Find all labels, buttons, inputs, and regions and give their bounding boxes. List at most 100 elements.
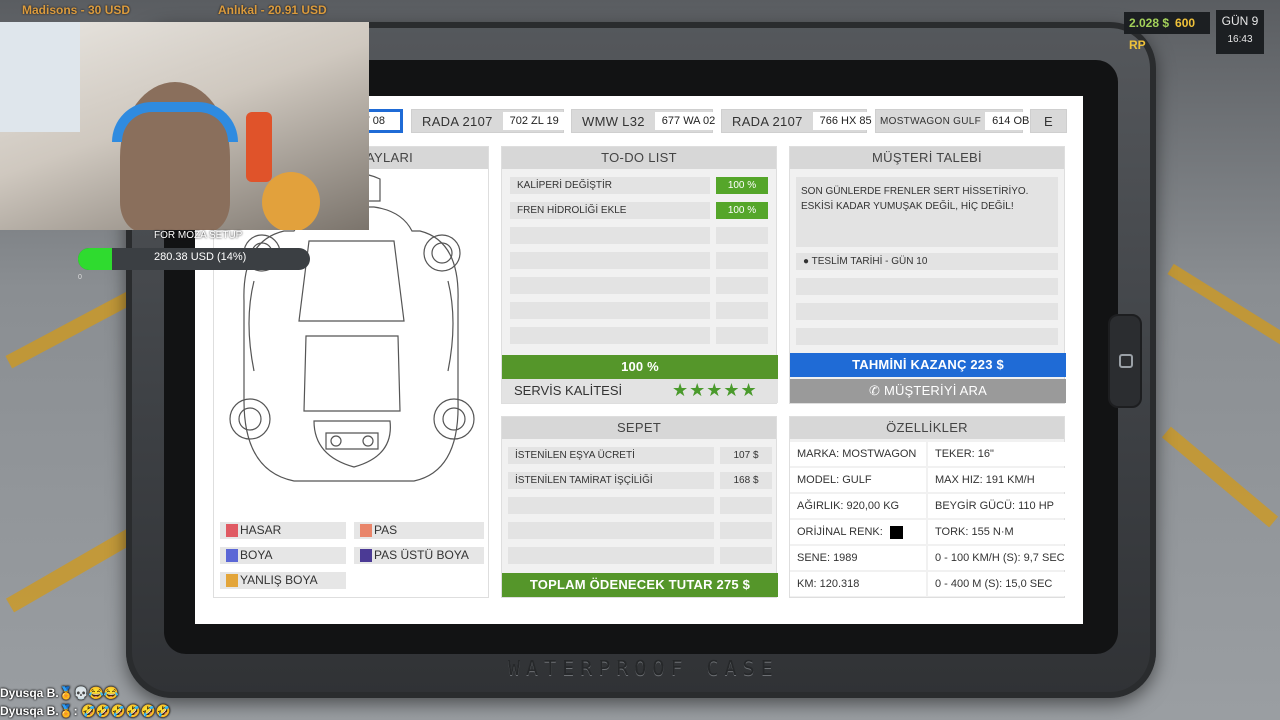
todo-item: KALİPERİ DEĞİŞTİR [510, 177, 710, 194]
legend-swatch [360, 524, 372, 537]
spec-original-color: ORİJİNAL RENK: [790, 520, 926, 544]
webcam-shelf [0, 22, 80, 132]
headset-icon [112, 102, 238, 142]
legend-yanlis-boya: YANLIŞ BOYA [220, 572, 346, 589]
spec-0-400: 0 - 400 M (S): 15,0 SEC [928, 572, 1065, 596]
legend-swatch [360, 549, 372, 562]
service-quality: SERVİS KALİTESİ ★★★★★ [502, 379, 778, 403]
tab-plate: 702 ZL 19 [502, 112, 566, 130]
legend-label: PAS [374, 523, 398, 537]
todo-empty-row [510, 227, 710, 244]
todo-item: FREN HİDROLİĞİ EKLE [510, 202, 710, 219]
customer-empty-row [796, 303, 1058, 320]
todo-item-progress: 100 % [716, 177, 768, 194]
game-scene: WATERPROOF CASE EV 08 RADA 2107 702 ZL 1… [0, 0, 1280, 720]
floor-stripe [1167, 263, 1280, 349]
legend-swatch [226, 574, 238, 587]
cart-empty-row [508, 547, 714, 564]
customer-title: MÜŞTERİ TALEBİ [790, 147, 1064, 169]
tab-name: E [1044, 113, 1053, 129]
day-value: GÜN 9 [1221, 14, 1259, 28]
donation-goal: FOR MOZA SETUP 280.38 USD (14%) 0 [78, 230, 310, 281]
deadline-text: TESLİM TARİHİ - GÜN 10 [811, 256, 928, 267]
todo-item-progress: 100 % [716, 202, 768, 219]
todo-panel: TO-DO LIST KALİPERİ DEĞİŞTİR 100 % FREN … [501, 146, 778, 404]
cart-empty-value [720, 547, 772, 564]
tablet-home-button[interactable] [1108, 314, 1142, 408]
cart-title: SEPET [502, 417, 776, 439]
todo-empty-row [510, 277, 710, 294]
spec-0-100: 0 - 100 KM/H (S): 9,7 SEC [928, 546, 1065, 570]
ticker-right: Anlıkal - 20.91 USD [218, 3, 327, 17]
cart-empty-row [508, 522, 714, 539]
donation-ticker: Madisons - 30 USD Anlıkal - 20.91 USD [0, 0, 370, 20]
todo-title: TO-DO LIST [502, 147, 776, 169]
customer-empty-row [796, 328, 1058, 345]
todo-empty-value [716, 277, 768, 294]
time-value: 16:43 [1227, 34, 1253, 45]
todo-empty-value [716, 327, 768, 344]
floor-stripe [6, 523, 144, 613]
legend-swatch [226, 524, 238, 537]
legend-label: BOYA [240, 548, 273, 562]
service-quality-label: SERVİS KALİTESİ [514, 383, 623, 398]
tab-job-5[interactable]: MOSTWAGON GULF 614 OB 71 [875, 109, 1052, 133]
legend-hasar: HASAR [220, 522, 346, 539]
tab-name: MOSTWAGON GULF [880, 115, 982, 127]
phone-icon: ✆ [869, 383, 881, 398]
todo-empty-row [510, 302, 710, 319]
todo-empty-row [510, 327, 710, 344]
specs-title: ÖZELLİKLER [790, 417, 1064, 439]
tab-job-6[interactable]: E [1030, 109, 1067, 133]
cart-panel: SEPET İSTENİLEN EŞYA ÜCRETİ 107 $ İSTENİ… [501, 416, 778, 598]
tab-job-4[interactable]: RADA 2107 766 HX 85 [721, 109, 879, 133]
goal-track: 280.38 USD (14%) [78, 248, 310, 270]
spec-original-color-label: ORİJİNAL RENK: [797, 526, 883, 538]
tab-name: WMW L32 [582, 113, 645, 129]
plush-lion [262, 172, 320, 230]
original-color-swatch [889, 525, 903, 539]
spec-model: MODEL: GULF [790, 468, 926, 492]
cart-item-price: 107 $ [720, 447, 772, 464]
spec-weight: AĞIRLIK: 920,00 KG [790, 494, 926, 518]
floor-stripe [1161, 426, 1279, 528]
spec-torque: TORK: 155 N·M [928, 520, 1065, 544]
cart-item-price: 168 $ [720, 472, 772, 489]
cart-empty-value [720, 497, 772, 514]
tab-job-3[interactable]: WMW L32 677 WA 02 [571, 109, 723, 133]
ticker-left: Madisons - 30 USD [22, 3, 131, 17]
customer-empty-row [796, 278, 1058, 295]
cart-total: TOPLAM ÖDENECEK TUTAR 275 $ [502, 573, 778, 597]
spec-km: KM: 120.318 [790, 572, 926, 596]
microphone-icon [246, 112, 272, 182]
tab-plate: 766 HX 85 [812, 112, 879, 130]
quality-stars: ★★★★★ [672, 380, 758, 400]
tab-job-2[interactable]: RADA 2107 702 ZL 19 [411, 109, 566, 133]
todo-empty-value [716, 252, 768, 269]
money-display: 2.028 $600 RP [1124, 12, 1210, 52]
chat-message: Dyusqa B.🏅💀😂😂 [0, 686, 119, 700]
todo-empty-value [716, 302, 768, 319]
day-display: GÜN 9 16:43 [1216, 10, 1264, 54]
floor-stripe [5, 285, 145, 369]
chat-message: Dyusqa B.🏅: 🤣🤣🤣🤣🤣🤣 [0, 704, 171, 718]
spec-horsepower: BEYGİR GÜCÜ: 110 HP [928, 494, 1065, 518]
spec-wheel: TEKER: 16" [928, 442, 1065, 466]
estimated-earnings: TAHMİNİ KAZANÇ 223 $ [790, 353, 1066, 377]
case-label: WATERPROOF CASE [508, 656, 779, 680]
money-value: 2.028 $ [1129, 16, 1170, 30]
goal-label: FOR MOZA SETUP [154, 230, 243, 241]
legend-boya: BOYA [220, 547, 346, 564]
spec-brand: MARKA: MOSTWAGON [790, 442, 926, 466]
legend-swatch [226, 549, 238, 562]
cart-empty-row [508, 497, 714, 514]
todo-total-progress: 100 % [502, 355, 778, 379]
webcam-overlay [0, 22, 369, 230]
cart-empty-value [720, 522, 772, 539]
goal-fill [78, 248, 112, 270]
legend-pas: PAS [354, 522, 484, 539]
specs-panel: ÖZELLİKLER MARKA: MOSTWAGON TEKER: 16" M… [789, 416, 1065, 598]
tab-name: RADA 2107 [732, 113, 803, 129]
home-icon [1119, 354, 1133, 368]
call-customer-button[interactable]: ✆ MÜŞTERİYİ ARA [790, 379, 1066, 403]
